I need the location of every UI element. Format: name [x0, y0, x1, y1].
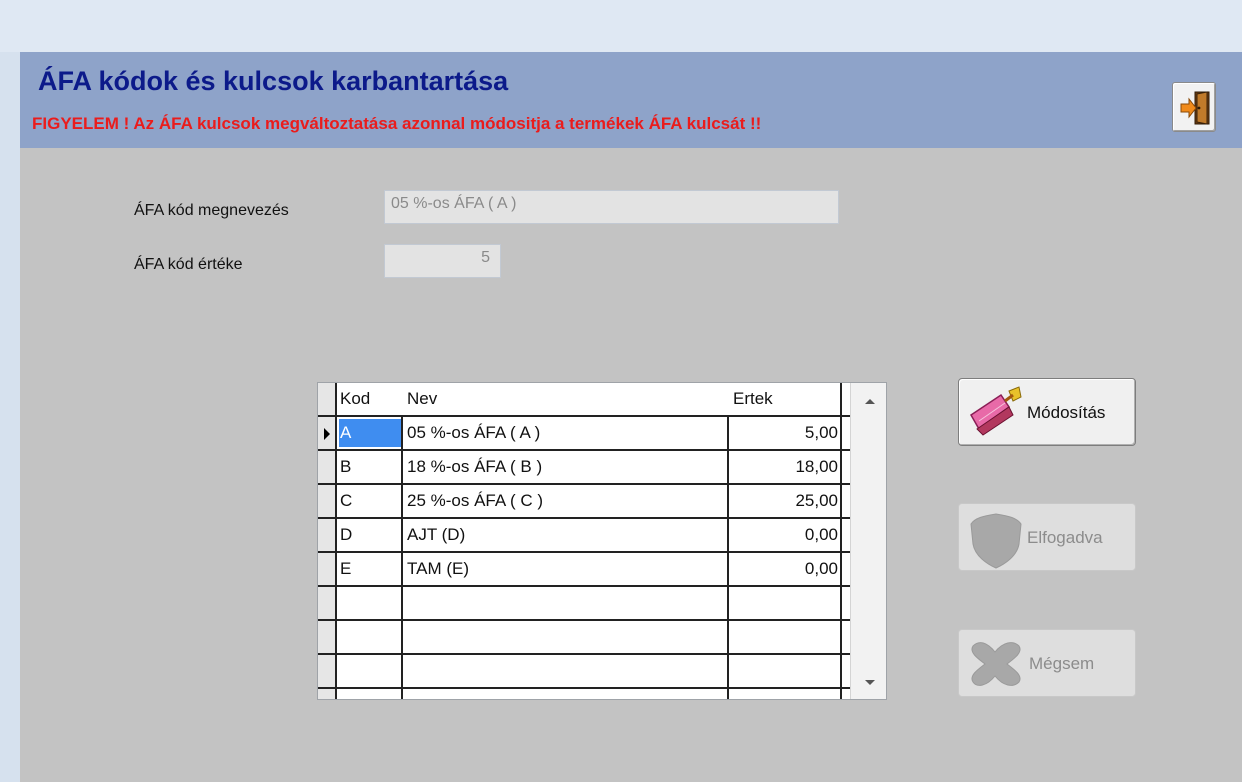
- scroll-down-arrow-icon[interactable]: [865, 680, 875, 685]
- modify-button[interactable]: Módosítás: [958, 378, 1136, 446]
- current-row-pointer-icon: [324, 428, 330, 440]
- cancel-button-label: Mégsem: [1029, 654, 1095, 673]
- cell-nev: 25 %-os ÁFA ( C ): [407, 491, 544, 510]
- table-row[interactable]: E TAM (E) 0,00: [318, 553, 850, 587]
- cell-nev: 18 %-os ÁFA ( B ): [407, 457, 543, 476]
- cell-nev: 05 %-os ÁFA ( A ): [407, 423, 541, 442]
- accept-button-label: Elfogadva: [1027, 528, 1103, 547]
- cell-ertek: 0,00: [804, 559, 838, 578]
- cross-icon: [971, 642, 1021, 686]
- cell-ertek: 25,00: [795, 491, 838, 510]
- cancel-button[interactable]: Mégsem: [958, 629, 1136, 697]
- table-row[interactable]: C 25 %-os ÁFA ( C ) 25,00: [318, 485, 850, 519]
- window-left-strip: [0, 52, 20, 782]
- cell-ertek: 5,00: [804, 423, 838, 442]
- scroll-up-arrow-icon[interactable]: [865, 399, 875, 404]
- cell-ertek: 0,00: [804, 525, 838, 544]
- cell-nev: TAM (E): [407, 559, 470, 578]
- vat-name-field[interactable]: 05 %-os ÁFA ( A ): [384, 190, 839, 224]
- empty-table-row[interactable]: [318, 587, 850, 621]
- vat-value-field[interactable]: 5: [384, 244, 501, 278]
- header-row-border: [318, 383, 850, 417]
- form-title: ÁFA kódok és kulcsok karbantartása: [38, 66, 509, 96]
- form-header: ÁFA kódok és kulcsok karbantartása FIGYE…: [20, 52, 1242, 148]
- window-top-strip: [0, 0, 1242, 52]
- cell-kod: C: [340, 491, 353, 510]
- table-row[interactable]: B 18 %-os ÁFA ( B ) 18,00: [318, 451, 850, 485]
- table-row[interactable]: A 05 %-os ÁFA ( A ) 5,00: [318, 417, 850, 451]
- cell-kod: A: [340, 423, 352, 442]
- cell-ertek: 18,00: [795, 457, 838, 476]
- shield-icon: [970, 513, 1022, 569]
- edit-brush-icon: [970, 386, 1022, 436]
- modify-button-label: Módosítás: [1027, 403, 1106, 422]
- exit-button[interactable]: [1172, 82, 1216, 132]
- exit-door-icon: [1180, 91, 1210, 125]
- accept-button[interactable]: Elfogadva: [958, 503, 1136, 571]
- empty-table-row[interactable]: [318, 621, 850, 655]
- grid-vertical-scrollbar[interactable]: [850, 383, 886, 699]
- empty-table-row[interactable]: [318, 689, 850, 699]
- warning-message: FIGYELEM ! Az ÁFA kulcsok megváltoztatás…: [32, 114, 762, 133]
- cell-kod: B: [340, 457, 352, 476]
- cell-kod: E: [340, 559, 352, 578]
- empty-table-row[interactable]: [318, 655, 850, 689]
- vat-value-label: ÁFA kód értéke: [134, 256, 243, 273]
- cell-nev: AJT (D): [407, 525, 466, 544]
- table-row[interactable]: D AJT (D) 0,00: [318, 519, 850, 553]
- vat-codes-form: ÁFA kódok és kulcsok karbantartása FIGYE…: [20, 52, 1242, 782]
- cell-kod: D: [340, 525, 353, 544]
- vat-name-label: ÁFA kód megnevezés: [134, 202, 289, 219]
- vat-codes-grid[interactable]: Kod Nev Ertek A 05 %-os ÁFA ( A ) 5,00 B…: [317, 382, 887, 700]
